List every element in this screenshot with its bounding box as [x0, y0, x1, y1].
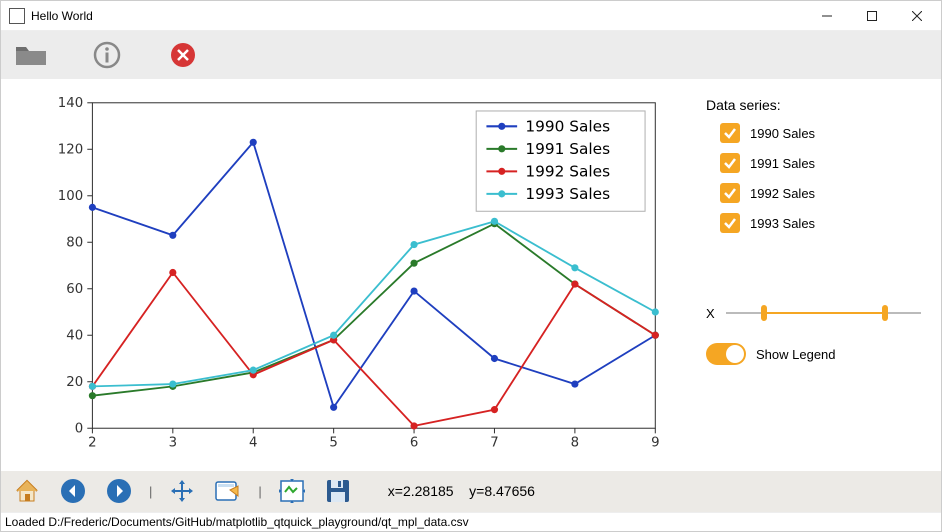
svg-text:9: 9	[651, 436, 659, 451]
svg-text:60: 60	[66, 282, 83, 297]
status-text: Loaded D:/Frederic/Documents/GitHub/matp…	[5, 515, 469, 529]
x-range-slider[interactable]	[726, 303, 921, 323]
svg-text:140: 140	[58, 96, 83, 111]
nav-configure-button[interactable]	[276, 475, 308, 507]
series-checkbox[interactable]	[720, 213, 740, 233]
x-range-row: X	[706, 303, 921, 323]
series-checkbox[interactable]	[720, 123, 740, 143]
home-icon	[13, 477, 41, 505]
svg-text:5: 5	[329, 436, 337, 451]
info-button[interactable]	[89, 37, 125, 73]
toolbar-separator: |	[258, 484, 261, 499]
window-title: Hello World	[31, 9, 804, 23]
show-legend-row: Show Legend	[706, 343, 921, 365]
show-legend-switch[interactable]	[706, 343, 746, 365]
series-label: 1993 Sales	[750, 216, 815, 231]
app-icon	[9, 8, 25, 24]
series-label: 1990 Sales	[750, 126, 815, 141]
svg-text:7: 7	[490, 436, 498, 451]
back-icon	[60, 478, 86, 504]
svg-text:1991 Sales: 1991 Sales	[525, 140, 610, 158]
slider-thumb-low[interactable]	[761, 305, 767, 321]
close-icon	[169, 41, 197, 69]
nav-save-button[interactable]	[322, 475, 354, 507]
series-label: 1992 Sales	[750, 186, 815, 201]
status-bar: Loaded D:/Frederic/Documents/GitHub/matp…	[1, 512, 941, 531]
info-icon	[92, 40, 122, 70]
zoom-icon	[214, 478, 242, 504]
svg-text:80: 80	[66, 236, 83, 251]
cursor-coords: x=2.28185 y=8.47656	[388, 483, 535, 499]
svg-text:3: 3	[169, 436, 177, 451]
folder-icon	[14, 41, 48, 69]
window-titlebar: Hello World	[1, 1, 941, 31]
chart-svg: 0 20 40 60 80 100 120 140 2 3 4 5 6 7 8 9 1990 Sales 1991…	[31, 89, 686, 471]
save-icon	[325, 478, 351, 504]
slider-thumb-high[interactable]	[882, 305, 888, 321]
svg-text:8: 8	[571, 436, 579, 451]
series-header: Data series:	[706, 97, 921, 113]
svg-text:6: 6	[410, 436, 418, 451]
series-checkbox[interactable]	[720, 153, 740, 173]
series-checkbox-row: 1993 Sales	[706, 213, 921, 233]
close-data-button[interactable]	[165, 37, 201, 73]
nav-home-button[interactable]	[11, 475, 43, 507]
move-icon	[169, 478, 195, 504]
svg-text:1992 Sales: 1992 Sales	[525, 163, 610, 181]
svg-text:1990 Sales: 1990 Sales	[525, 118, 610, 136]
series-label: 1991 Sales	[750, 156, 815, 171]
svg-text:40: 40	[66, 329, 83, 344]
subplots-icon	[278, 478, 306, 504]
svg-text:100: 100	[58, 189, 83, 204]
svg-text:2: 2	[88, 436, 96, 451]
x-slider-label: X	[706, 306, 726, 321]
nav-forward-button[interactable]	[103, 475, 135, 507]
toolbar-separator: |	[149, 484, 152, 499]
chart-canvas[interactable]: 0 20 40 60 80 100 120 140 2 3 4 5 6 7 8 9 1990 Sales 1991…	[1, 79, 696, 471]
show-legend-label: Show Legend	[756, 347, 836, 362]
mpl-toolbar: | | x=2.28185 y=8.47656	[1, 471, 941, 512]
open-file-button[interactable]	[13, 37, 49, 73]
main-toolbar	[1, 31, 941, 79]
svg-text:1993 Sales: 1993 Sales	[525, 185, 610, 203]
series-checkbox-row: 1991 Sales	[706, 153, 921, 173]
svg-text:4: 4	[249, 436, 257, 451]
svg-text:0: 0	[75, 422, 83, 437]
minimize-button[interactable]	[804, 1, 849, 30]
nav-zoom-button[interactable]	[212, 475, 244, 507]
close-window-button[interactable]	[894, 1, 939, 30]
svg-text:20: 20	[66, 375, 83, 390]
svg-text:120: 120	[58, 143, 83, 158]
content-area: 0 20 40 60 80 100 120 140 2 3 4 5 6 7 8 9 1990 Sales 1991…	[1, 79, 941, 471]
series-checkbox-row: 1992 Sales	[706, 183, 921, 203]
side-panel: Data series: 1990 Sales 1991 Sales 1992 Sa…	[696, 79, 941, 471]
maximize-button[interactable]	[849, 1, 894, 30]
nav-pan-button[interactable]	[166, 475, 198, 507]
series-checkbox[interactable]	[720, 183, 740, 203]
nav-back-button[interactable]	[57, 475, 89, 507]
forward-icon	[106, 478, 132, 504]
series-checkbox-row: 1990 Sales	[706, 123, 921, 143]
